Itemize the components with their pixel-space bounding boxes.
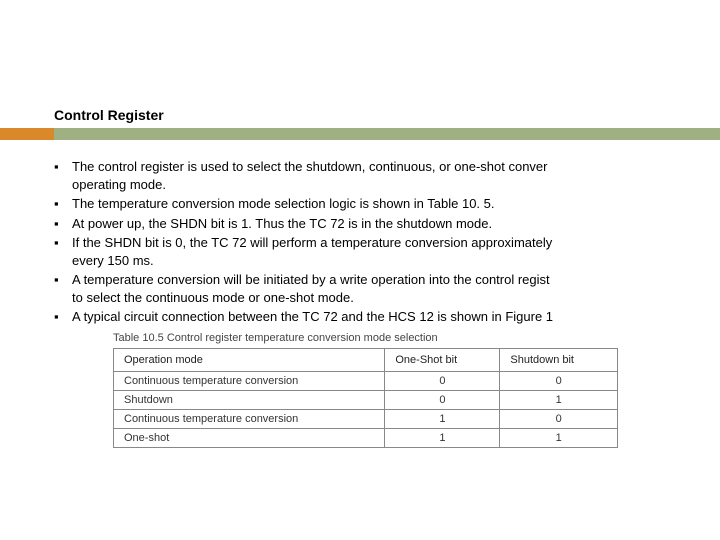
accent-block	[0, 128, 54, 140]
list-item: At power up, the SHDN bit is 1. Thus the…	[54, 215, 720, 233]
table-row: One-shot 1 1	[114, 429, 618, 448]
bullet-text: A typical circuit connection between the…	[72, 309, 553, 324]
table-cell: 0	[500, 372, 618, 391]
title-row: Control Register	[54, 107, 720, 125]
table-row: Continuous temperature conversion 0 0	[114, 372, 618, 391]
content-area: The control register is used to select t…	[54, 158, 720, 328]
bullet-list: The control register is used to select t…	[54, 158, 720, 326]
table-cell: Shutdown	[114, 391, 385, 410]
table-cell: Continuous temperature conversion	[114, 410, 385, 429]
table-cell: 0	[385, 391, 500, 410]
list-item: A temperature conversion will be initiat…	[54, 271, 720, 306]
table-cell: One-shot	[114, 429, 385, 448]
table-header-row: Operation mode One-Shot bit Shutdown bit	[114, 349, 618, 372]
divider-bar	[0, 128, 720, 140]
bullet-text-wrap: to select the continuous mode or one-sho…	[72, 290, 354, 305]
bullet-text-wrap: operating mode.	[72, 177, 166, 192]
bullet-text: If the SHDN bit is 0, the TC 72 will per…	[72, 235, 552, 250]
table-row: Continuous temperature conversion 1 0	[114, 410, 618, 429]
table-header: Shutdown bit	[500, 349, 618, 372]
table-cell: 1	[385, 429, 500, 448]
list-item: The temperature conversion mode selectio…	[54, 195, 720, 213]
table-cell: 1	[500, 391, 618, 410]
bullet-text: A temperature conversion will be initiat…	[72, 272, 550, 287]
table-cell: 0	[500, 410, 618, 429]
bullet-text-wrap: every 150 ms.	[72, 253, 154, 268]
table-caption: Table 10.5 Control register temperature …	[113, 332, 618, 344]
table-cell: 0	[385, 372, 500, 391]
table-cell: 1	[385, 410, 500, 429]
list-item: If the SHDN bit is 0, the TC 72 will per…	[54, 234, 720, 269]
table-header: One-Shot bit	[385, 349, 500, 372]
table-row: Shutdown 0 1	[114, 391, 618, 410]
list-item: A typical circuit connection between the…	[54, 308, 720, 326]
table-cell: 1	[500, 429, 618, 448]
mode-table: Operation mode One-Shot bit Shutdown bit…	[113, 348, 618, 448]
bullet-text: The control register is used to select t…	[72, 159, 547, 174]
table-cell: Continuous temperature conversion	[114, 372, 385, 391]
table-header: Operation mode	[114, 349, 385, 372]
slide-title: Control Register	[54, 107, 720, 123]
table-wrap: Table 10.5 Control register temperature …	[113, 332, 618, 448]
slide: Control Register The control register is…	[0, 0, 720, 540]
list-item: The control register is used to select t…	[54, 158, 720, 193]
